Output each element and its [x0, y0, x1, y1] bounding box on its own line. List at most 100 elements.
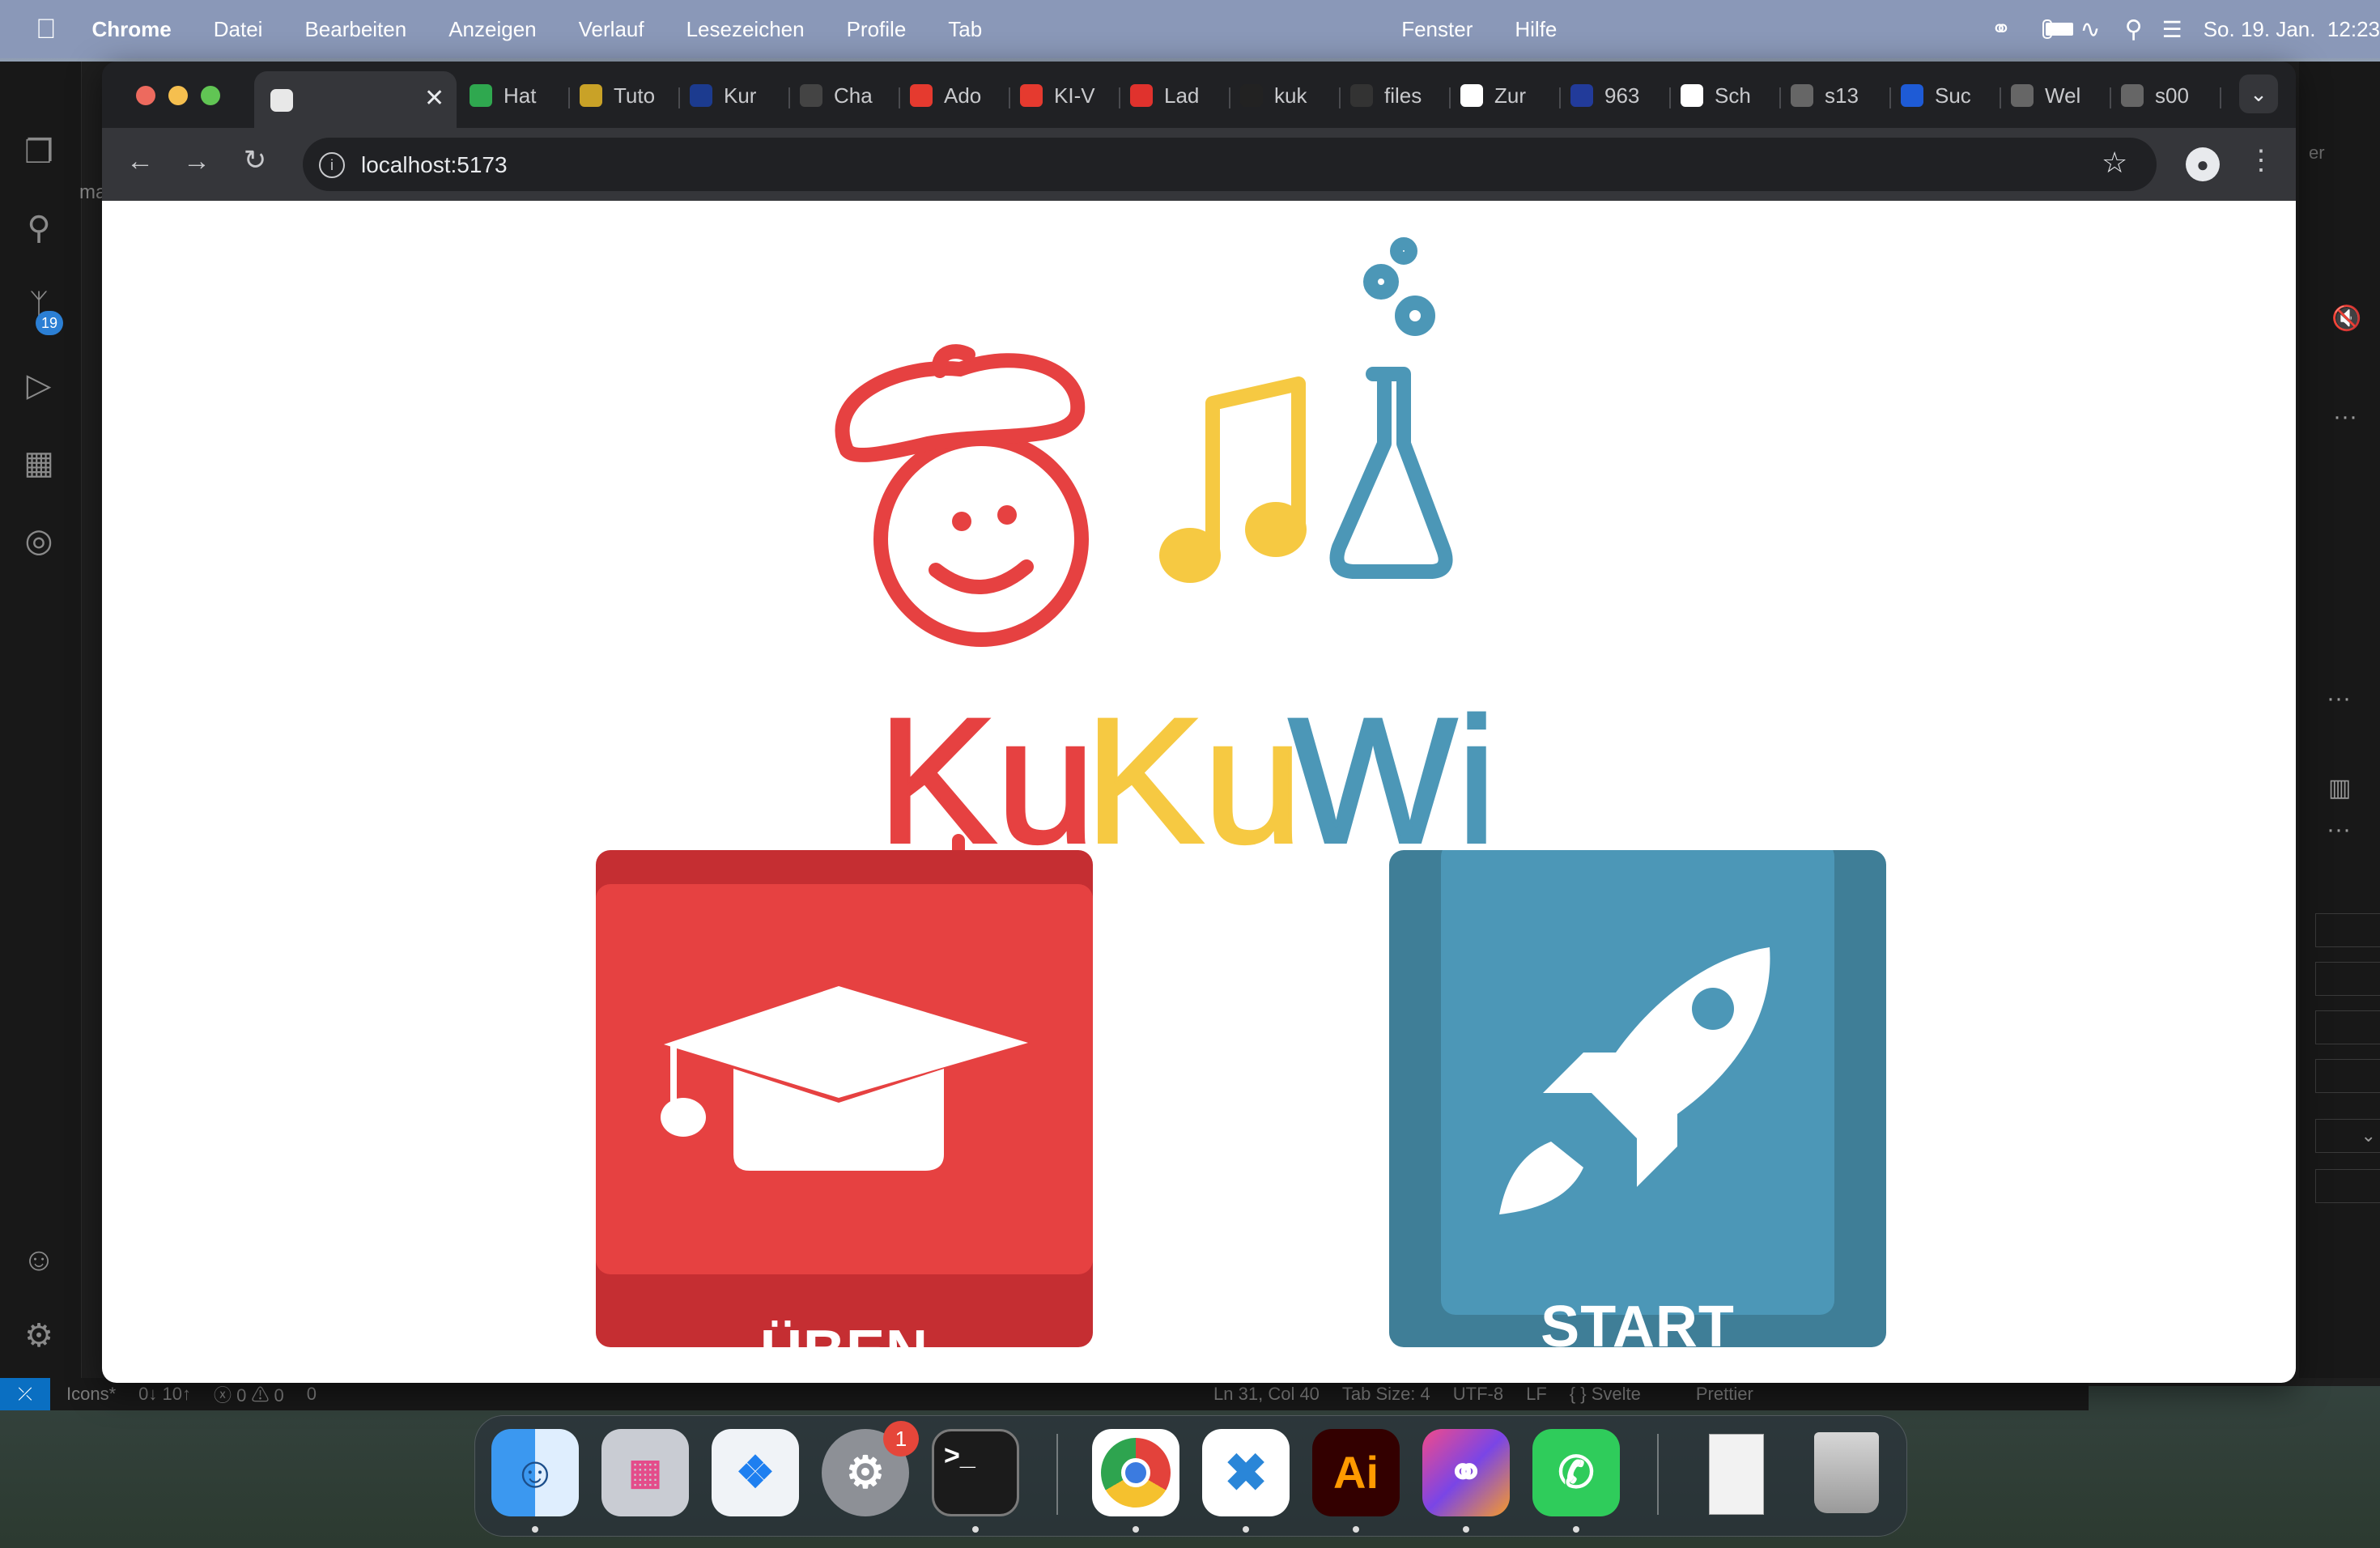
remote-indicator-icon[interactable]: ⤫ — [0, 1378, 50, 1410]
status-encoding[interactable]: UTF-8 — [1453, 1384, 1503, 1405]
menu-anzeigen[interactable]: Anzeigen — [448, 17, 536, 42]
launchpad-icon[interactable]: ▦ — [601, 1429, 689, 1516]
menu-bearbeiten[interactable]: Bearbeiten — [304, 17, 406, 42]
menu-app-name[interactable]: Chrome — [92, 17, 172, 42]
run-debug-icon[interactable]: ▷ — [16, 363, 62, 408]
more-actions-icon[interactable]: ··· — [2327, 685, 2351, 712]
creative-cloud-status-icon[interactable]: ⚭ — [1991, 15, 2011, 44]
tab-8[interactable]: kuk — [1240, 79, 1332, 112]
tab-separator — [788, 87, 790, 108]
tab-3[interactable]: Kur — [690, 79, 782, 112]
menu-verlauf[interactable]: Verlauf — [579, 17, 644, 42]
tab-search-button[interactable]: ⌄ — [2239, 74, 2278, 113]
start-button[interactable]: START — [1389, 850, 1886, 1347]
chart-icon[interactable]: ▥ — [2328, 774, 2351, 802]
tab-1[interactable]: Hat — [470, 79, 562, 112]
chrome-menu-icon[interactable]: ⋮ — [2241, 144, 2281, 176]
safari-icon[interactable]: ❖ — [712, 1429, 799, 1516]
panel-field[interactable] — [2315, 1169, 2380, 1203]
tab-active[interactable]: ✕ — [254, 71, 457, 128]
status-position[interactable]: Ln 31, Col 40 — [1213, 1384, 1320, 1405]
tab-separator — [2110, 87, 2111, 108]
tab-9[interactable]: files — [1350, 79, 1443, 112]
back-arrow-icon[interactable]: ← — [120, 146, 160, 177]
menu-lesezeichen[interactable]: Lesezeichen — [686, 17, 805, 42]
apple-icon[interactable]:  — [36, 14, 57, 45]
menu-profile[interactable]: Profile — [847, 17, 907, 42]
status-problems[interactable]: ⓧ 0 ⚠ 0 — [214, 1381, 284, 1407]
finder-icon[interactable]: ☺ — [491, 1429, 579, 1516]
status-eol[interactable]: LF — [1526, 1384, 1547, 1405]
trash-icon[interactable] — [1803, 1429, 1890, 1516]
profile-avatar-icon[interactable]: ● — [2186, 147, 2220, 181]
control-center-icon[interactable]: ☰ — [2162, 16, 2182, 43]
status-sync[interactable]: 0↓ 10↑ — [138, 1384, 191, 1405]
zoom-window-button[interactable] — [201, 86, 220, 105]
account-icon[interactable]: ☺ — [16, 1237, 62, 1282]
terminal-icon[interactable]: >_ — [932, 1429, 1019, 1516]
panel-dropdown[interactable]: ⌄ — [2315, 1119, 2380, 1153]
close-tab-icon[interactable]: ✕ — [424, 84, 444, 113]
tab-favicon-icon — [1681, 84, 1703, 107]
panel-field[interactable] — [2315, 913, 2380, 947]
battery-icon[interactable] — [2042, 19, 2073, 39]
running-indicator — [972, 1526, 979, 1533]
menubar-datetime[interactable]: So. 19. Jan. 12:23 — [2204, 17, 2380, 42]
panel-field[interactable] — [2315, 1059, 2380, 1093]
url-text[interactable]: localhost:5173 — [361, 152, 508, 178]
panel-field[interactable] — [2315, 1010, 2380, 1044]
illustrator-icon[interactable]: Ai — [1312, 1429, 1400, 1516]
tab-6[interactable]: KI-V — [1020, 79, 1112, 112]
documents-stack-icon[interactable] — [1693, 1429, 1780, 1516]
vscode-icon[interactable]: ✖ — [1202, 1429, 1290, 1516]
close-window-button[interactable] — [136, 86, 155, 105]
tab-2[interactable]: Tuto — [580, 79, 672, 112]
tab-14[interactable]: Suc — [1901, 79, 1993, 112]
chrome-toolbar: ← → ↻ i localhost:5173 ☆ ● ⋮ — [102, 128, 2296, 201]
more-actions-icon[interactable]: ··· — [2327, 816, 2351, 844]
extensions-icon[interactable]: ▦ — [16, 440, 62, 486]
status-tab-size[interactable]: Tab Size: 4 — [1342, 1384, 1430, 1405]
menu-tab[interactable]: Tab — [948, 17, 982, 42]
panel-field[interactable] — [2315, 962, 2380, 996]
tab-15[interactable]: Wel — [2011, 79, 2103, 112]
tab-label: Cha — [834, 83, 873, 108]
tab-11[interactable]: 963 — [1570, 79, 1663, 112]
vscode-status-bar: ⤫ Icons* 0↓ 10↑ ⓧ 0 ⚠ 0 0 Ln 31, Col 40 … — [0, 1378, 2089, 1410]
chrome-icon[interactable] — [1092, 1429, 1179, 1516]
status-formatter[interactable]: Prettier — [1696, 1384, 1753, 1405]
bookmark-star-icon[interactable]: ☆ — [2102, 146, 2127, 180]
reload-icon[interactable]: ↻ — [235, 144, 275, 176]
address-bar[interactable]: i localhost:5173 ☆ — [303, 138, 2157, 191]
menu-hilfe[interactable]: Hilfe — [1515, 17, 1557, 42]
dock-divider — [1056, 1434, 1058, 1515]
tab-12[interactable]: Sch — [1681, 79, 1773, 112]
tab-7[interactable]: Lad — [1130, 79, 1222, 112]
tab-13[interactable]: s13 — [1791, 79, 1883, 112]
explorer-icon[interactable]: ❐ — [16, 130, 62, 175]
tab-10[interactable]: Zur — [1460, 79, 1553, 112]
tab-5[interactable]: Ado — [910, 79, 1002, 112]
status-ports[interactable]: 0 — [307, 1384, 317, 1405]
learn-button[interactable]: ÜBEN — [596, 850, 1093, 1347]
more-actions-icon[interactable]: ··· — [2333, 403, 2357, 431]
minimize-window-button[interactable] — [168, 86, 188, 105]
status-branch[interactable]: Icons* — [66, 1384, 116, 1405]
tab-separator — [568, 87, 570, 108]
site-info-icon[interactable]: i — [319, 152, 345, 178]
creative-cloud-icon[interactable]: ⚭ — [1422, 1429, 1510, 1516]
tab-16[interactable]: s00 — [2121, 79, 2213, 112]
whatsapp-icon[interactable]: ✆ — [1532, 1429, 1620, 1516]
spotlight-search-icon[interactable]: ⚲ — [2125, 15, 2143, 44]
forward-arrow-icon[interactable]: → — [176, 146, 217, 177]
search-icon[interactable]: ⚲ — [16, 206, 62, 251]
status-language[interactable]: { } Svelte — [1570, 1384, 1641, 1405]
wifi-icon[interactable]: ∿ — [2080, 15, 2100, 44]
tab-4[interactable]: Cha — [800, 79, 892, 112]
menu-fenster[interactable]: Fenster — [1401, 17, 1473, 42]
tab-label: Ado — [944, 83, 982, 108]
settings-gear-icon[interactable]: ⚙ — [16, 1313, 62, 1359]
menu-datei[interactable]: Datei — [214, 17, 263, 42]
mute-icon[interactable]: 🔇 — [2331, 304, 2361, 333]
github-icon[interactable]: ◎ — [16, 518, 62, 563]
